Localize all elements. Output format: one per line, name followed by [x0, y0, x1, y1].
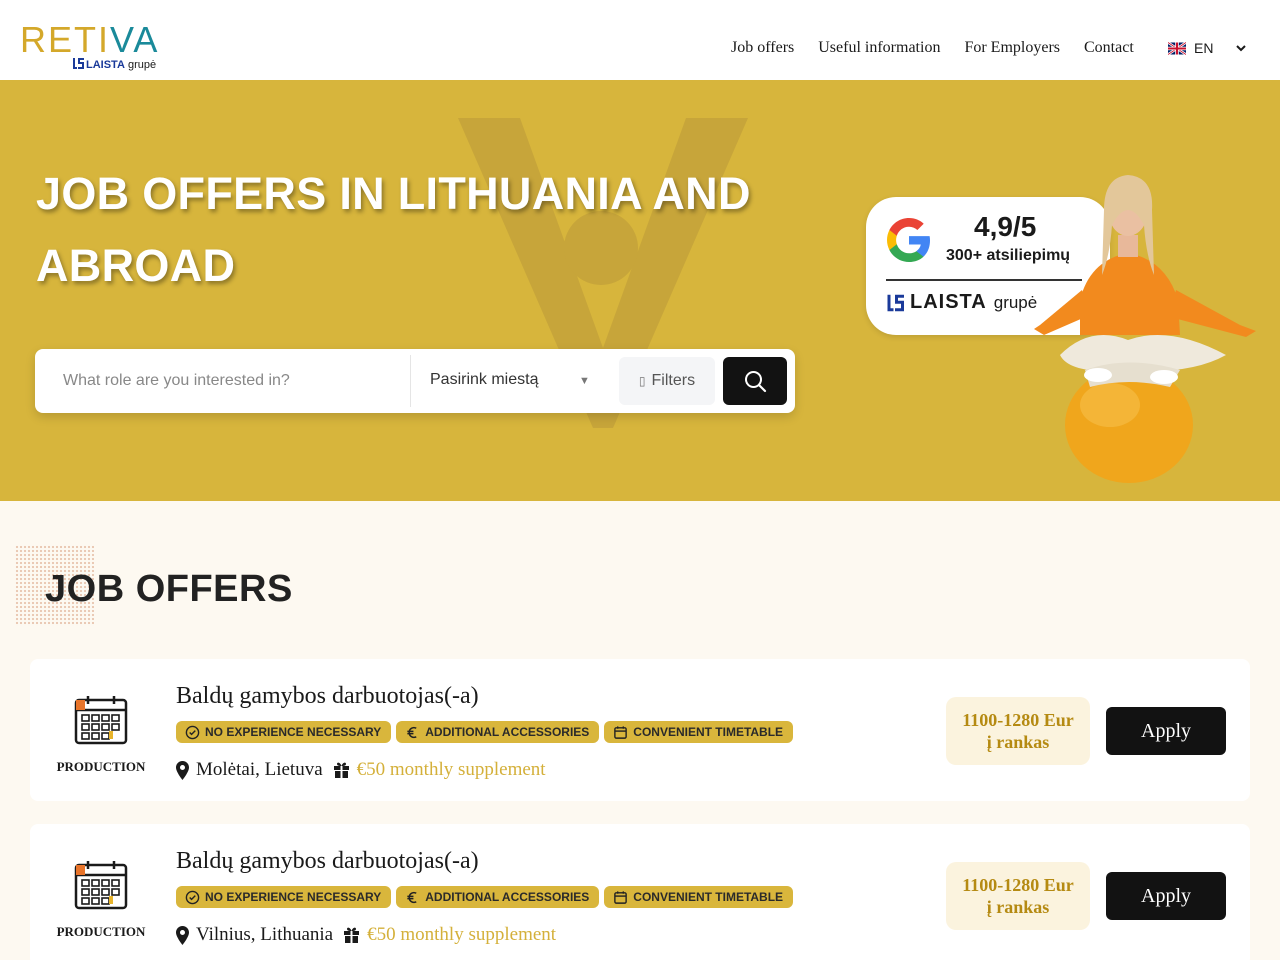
- site-header: RETIVA LAISTA grupė Job offers Useful in…: [0, 0, 1280, 80]
- rating-value: 4,9/5: [974, 211, 1037, 242]
- job-category: PRODUCTION: [56, 924, 146, 939]
- tag-no-experience: NO EXPERIENCE NECESSARY: [176, 886, 392, 908]
- tag-additional-accessories: ADDITIONAL ACCESSORIES: [396, 886, 600, 908]
- chevron-down-icon: [1236, 45, 1247, 52]
- check-circle-icon: [185, 890, 200, 904]
- tag-additional-accessories: ADDITIONAL ACCESSORIES: [396, 721, 600, 743]
- euro-icon: [407, 726, 417, 738]
- job-tags: NO EXPERIENCE NECESSARY ADDITIONAL ACCES…: [176, 721, 794, 743]
- job-meta: Vilnius, Lithuania €50 monthly supplemen…: [176, 924, 556, 946]
- nav-useful-information[interactable]: Useful information: [818, 39, 940, 57]
- job-supplement: €50 monthly supplement: [356, 759, 546, 780]
- retiva-logo[interactable]: RETIVA LAISTA grupė: [20, 19, 160, 72]
- logo-subbrand: LAISTA grupė: [72, 58, 156, 71]
- map-pin-icon: [176, 925, 189, 945]
- language-label: EN: [1194, 40, 1214, 56]
- section-title: JOB OFFERS: [45, 568, 293, 610]
- job-supplement: €50 monthly supplement: [367, 924, 557, 945]
- apply-button[interactable]: Apply: [1106, 707, 1226, 755]
- check-circle-icon: [185, 725, 200, 739]
- laista-mark-icon: [887, 294, 904, 311]
- main-nav: Job offers Useful information For Employ…: [731, 39, 1158, 57]
- job-card[interactable]: PRODUCTION Baldų gamybos darbuotojas(-a)…: [30, 659, 1250, 801]
- filters-label: Filters: [651, 372, 696, 389]
- salary-badge: 1100-1280 Eur į rankas: [946, 697, 1090, 765]
- job-location: Molėtai, Lietuva: [196, 759, 323, 780]
- language-selector[interactable]: EN: [1168, 40, 1247, 56]
- calendar-small-icon: [614, 725, 628, 739]
- calendar-icon: [74, 696, 128, 745]
- map-pin-icon: [176, 760, 189, 780]
- job-search-bar: Pasirink miestą ▼ ▯ Filters: [35, 349, 795, 413]
- gift-icon: [344, 927, 360, 943]
- hero-woman-illustration: [1034, 175, 1256, 483]
- google-icon: [887, 218, 930, 262]
- city-select[interactable]: Pasirink miestą: [430, 371, 538, 389]
- calendar-small-icon: [614, 890, 628, 904]
- calendar-icon: [74, 861, 128, 910]
- caret-down-icon: ▼: [579, 375, 590, 387]
- hero-banner: JOB OFFERS IN LITHUANIA AND ABROAD Pasir…: [0, 80, 1280, 501]
- salary-badge: 1100-1280 Eur į rankas: [946, 862, 1090, 930]
- hero-title: JOB OFFERS IN LITHUANIA AND ABROAD: [36, 168, 751, 291]
- gift-icon: [333, 762, 349, 778]
- job-title[interactable]: Baldų gamybos darbuotojas(-a): [176, 683, 479, 710]
- job-tags: NO EXPERIENCE NECESSARY ADDITIONAL ACCES…: [176, 886, 794, 908]
- nav-contact[interactable]: Contact: [1084, 39, 1134, 57]
- logo-text: RETIVA: [20, 19, 160, 60]
- filter-icon: ▯: [638, 374, 646, 388]
- tag-convenient-timetable: CONVENIENT TIMETABLE: [604, 721, 794, 743]
- search-icon: [745, 371, 767, 393]
- tag-no-experience: NO EXPERIENCE NECESSARY: [176, 721, 392, 743]
- job-category: PRODUCTION: [56, 759, 146, 774]
- nav-for-employers[interactable]: For Employers: [964, 39, 1060, 57]
- uk-flag-icon: [1168, 41, 1186, 55]
- job-location: Vilnius, Lithuania: [196, 924, 334, 945]
- job-card[interactable]: PRODUCTION Baldų gamybos darbuotojas(-a)…: [30, 824, 1250, 960]
- tag-convenient-timetable: CONVENIENT TIMETABLE: [604, 886, 794, 908]
- search-divider: [410, 355, 411, 407]
- job-title[interactable]: Baldų gamybos darbuotojas(-a): [176, 848, 479, 875]
- job-meta: Molėtai, Lietuva €50 monthly supplement: [176, 759, 546, 781]
- apply-button[interactable]: Apply: [1106, 872, 1226, 920]
- search-button[interactable]: [723, 357, 787, 405]
- role-search-input[interactable]: [35, 349, 410, 413]
- nav-job-offers[interactable]: Job offers: [731, 39, 794, 57]
- filters-button[interactable]: ▯ Filters: [619, 357, 715, 405]
- euro-icon: [407, 891, 417, 903]
- laista-logo: LAISTA grupė: [886, 291, 1037, 314]
